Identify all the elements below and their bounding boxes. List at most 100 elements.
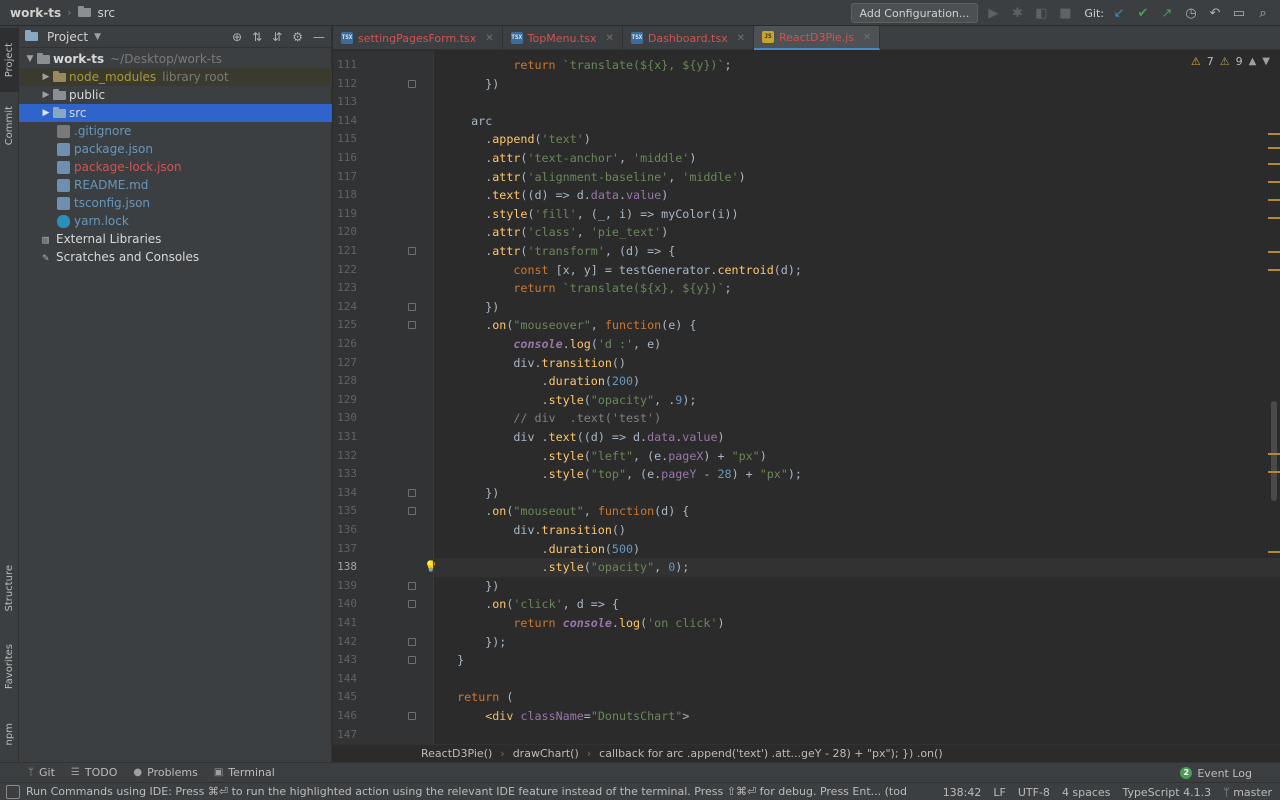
warning-marker[interactable] [1268, 551, 1280, 553]
tree-item-external-libraries[interactable]: ▥ External Libraries [19, 230, 332, 248]
fold-marker-icon[interactable] [408, 637, 416, 646]
fold-marker-icon[interactable] [408, 600, 416, 609]
code-line[interactable]: .style("top", (e.pageY - 28) + "px"); [443, 465, 802, 484]
favorites-tool-tab[interactable]: Favorites [0, 632, 19, 702]
code-line[interactable]: return ( [443, 688, 513, 707]
tree-item-gitignore[interactable]: .gitignore [19, 122, 332, 140]
code-line[interactable]: .append('text') [443, 130, 591, 149]
inspection-widget[interactable]: ⚠ 7 ⚠ 9 ▲ ▼ [1191, 55, 1270, 68]
history-icon[interactable]: ◷ [1182, 4, 1200, 22]
code-line[interactable]: .style("left", (e.pageX) + "px") [443, 447, 767, 466]
warning-marker[interactable] [1268, 199, 1280, 201]
editor-scrollbar[interactable] [1266, 51, 1280, 744]
gear-icon[interactable]: ⚙ [292, 30, 303, 44]
tree-item-package-json[interactable]: package.json [19, 140, 332, 158]
code-line[interactable]: .attr('class', 'pie_text') [443, 223, 668, 242]
rollback-icon[interactable]: ↶ [1206, 4, 1224, 22]
warning-marker[interactable] [1268, 269, 1280, 271]
code-line[interactable]: const [x, y] = testGenerator.centroid(d)… [443, 261, 802, 280]
chevron-right-icon[interactable]: ▶ [39, 72, 53, 82]
code-line[interactable]: .on('click', d => { [443, 595, 619, 614]
push-icon[interactable]: ↗ [1158, 4, 1176, 22]
language-service[interactable]: TypeScript 4.1.3 [1122, 786, 1211, 799]
intention-bulb-icon[interactable]: 💡 [424, 558, 438, 577]
problems-tool-button[interactable]: ● Problems [133, 766, 197, 779]
code-line[interactable]: }) [443, 577, 499, 596]
close-icon[interactable]: ✕ [863, 32, 871, 43]
structure-tool-tab[interactable]: Structure [0, 554, 19, 622]
code-line[interactable]: .style('fill', (_, i) => myColor(i)) [443, 205, 738, 224]
tab-top-menu[interactable]: TSX TopMenu.tsx ✕ [503, 26, 623, 50]
code-line[interactable]: arc [443, 112, 492, 131]
close-icon[interactable]: ✕ [485, 33, 493, 44]
code-line[interactable]: .style("opacity", 0); [443, 558, 690, 577]
caret-position[interactable]: 138:42 [943, 786, 982, 799]
fold-marker-icon[interactable] [408, 581, 416, 590]
code-line[interactable]: .style("opacity", .9); [443, 391, 697, 410]
warning-marker[interactable] [1268, 251, 1280, 253]
code-line[interactable]: }) [443, 298, 499, 317]
warning-marker[interactable] [1268, 217, 1280, 219]
code-line[interactable]: .duration(200) [443, 372, 641, 391]
tree-item-yarn-lock[interactable]: yarn.lock [19, 212, 332, 230]
code-line[interactable]: .duration(500) [443, 540, 641, 559]
locate-icon[interactable]: ⊕ [232, 30, 242, 44]
project-view-selector[interactable]: Project [47, 30, 88, 44]
nav-folder[interactable]: src [98, 6, 116, 20]
code-line[interactable]: .attr('transform', (d) => { [443, 242, 675, 261]
stop-icon[interactable]: ■ [1056, 4, 1074, 22]
tree-item-src[interactable]: ▶ src [19, 104, 332, 122]
scroll-thumb[interactable] [1271, 401, 1277, 501]
code-line[interactable]: return console.log('on click') [443, 614, 724, 633]
code-line[interactable]: }) [443, 75, 499, 94]
npm-tool-tab[interactable]: npm [0, 712, 19, 756]
todo-tool-button[interactable]: ☰ TODO [71, 766, 117, 779]
code-line[interactable]: .on("mouseout", function(d) { [443, 502, 689, 521]
warning-marker[interactable] [1268, 147, 1280, 149]
project-tool-tab[interactable]: Project [0, 28, 19, 92]
line-separator[interactable]: LF [993, 786, 1005, 799]
git-branch[interactable]: ᛘ master [1223, 786, 1272, 799]
search-icon[interactable]: ⌕ [1254, 4, 1272, 22]
code-line[interactable]: .attr('alignment-baseline', 'middle') [443, 168, 745, 187]
tree-item-public[interactable]: ▶ public [19, 86, 332, 104]
breadcrumb-function[interactable]: ReactD3Pie() [421, 747, 492, 760]
chevron-right-icon[interactable]: ▶ [39, 108, 53, 118]
previous-highlight-icon[interactable]: ▲ [1249, 56, 1257, 67]
status-message[interactable]: Run Commands using IDE: Press ⌘⏎ to run … [26, 785, 906, 798]
chevron-down-icon[interactable]: ▼ [23, 54, 37, 64]
close-icon[interactable]: ✕ [737, 33, 745, 44]
code-line[interactable]: div .text((d) => d.data.value) [443, 428, 724, 447]
nav-project[interactable]: work-ts [10, 6, 61, 20]
fold-marker-icon[interactable] [408, 79, 416, 88]
warning-marker[interactable] [1268, 453, 1280, 455]
git-tool-button[interactable]: ᛘ Git [28, 766, 55, 779]
code-line[interactable]: }); [443, 633, 506, 652]
coverage-icon[interactable]: ◧ [1032, 4, 1050, 22]
minimize-icon[interactable]: — [313, 30, 325, 44]
code-line[interactable]: div.transition() [443, 354, 626, 373]
tree-item-node-modules[interactable]: ▶ node_modules library root [19, 68, 332, 86]
chevron-down-icon[interactable]: ▼ [94, 32, 101, 42]
run-icon[interactable]: ▶ [984, 4, 1002, 22]
tree-root[interactable]: ▼ work-ts ~/Desktop/work-ts [19, 50, 332, 68]
code-line[interactable]: .attr('text-anchor', 'middle') [443, 149, 696, 168]
tree-item-package-lock[interactable]: package-lock.json [19, 158, 332, 176]
fold-marker-icon[interactable] [408, 656, 416, 665]
code-line[interactable]: return `translate(${x}, ${y})`; [443, 56, 731, 75]
close-icon[interactable]: ✕ [605, 33, 613, 44]
code-line[interactable]: } [443, 651, 464, 670]
warning-marker[interactable] [1268, 181, 1280, 183]
tab-dashboard[interactable]: TSX Dashboard.tsx ✕ [623, 26, 754, 50]
terminal-tool-button[interactable]: ▣ Terminal [214, 766, 275, 779]
code-line[interactable]: return `translate(${x}, ${y})`; [443, 279, 731, 298]
code-line[interactable]: .text((d) => d.data.value) [443, 186, 668, 205]
code-line[interactable]: .on("mouseover", function(e) { [443, 316, 696, 335]
tree-item-tsconfig[interactable]: tsconfig.json [19, 194, 332, 212]
fold-marker-icon[interactable] [408, 488, 416, 497]
code-line[interactable]: }) [443, 484, 499, 503]
fold-marker-icon[interactable] [408, 712, 416, 720]
fold-marker-icon[interactable] [408, 321, 416, 330]
tab-setting-pages-form[interactable]: TSX settingPagesForm.tsx ✕ [333, 26, 503, 50]
tab-react-d3-pie[interactable]: JS ReactD3Pie.js ✕ [754, 26, 881, 50]
